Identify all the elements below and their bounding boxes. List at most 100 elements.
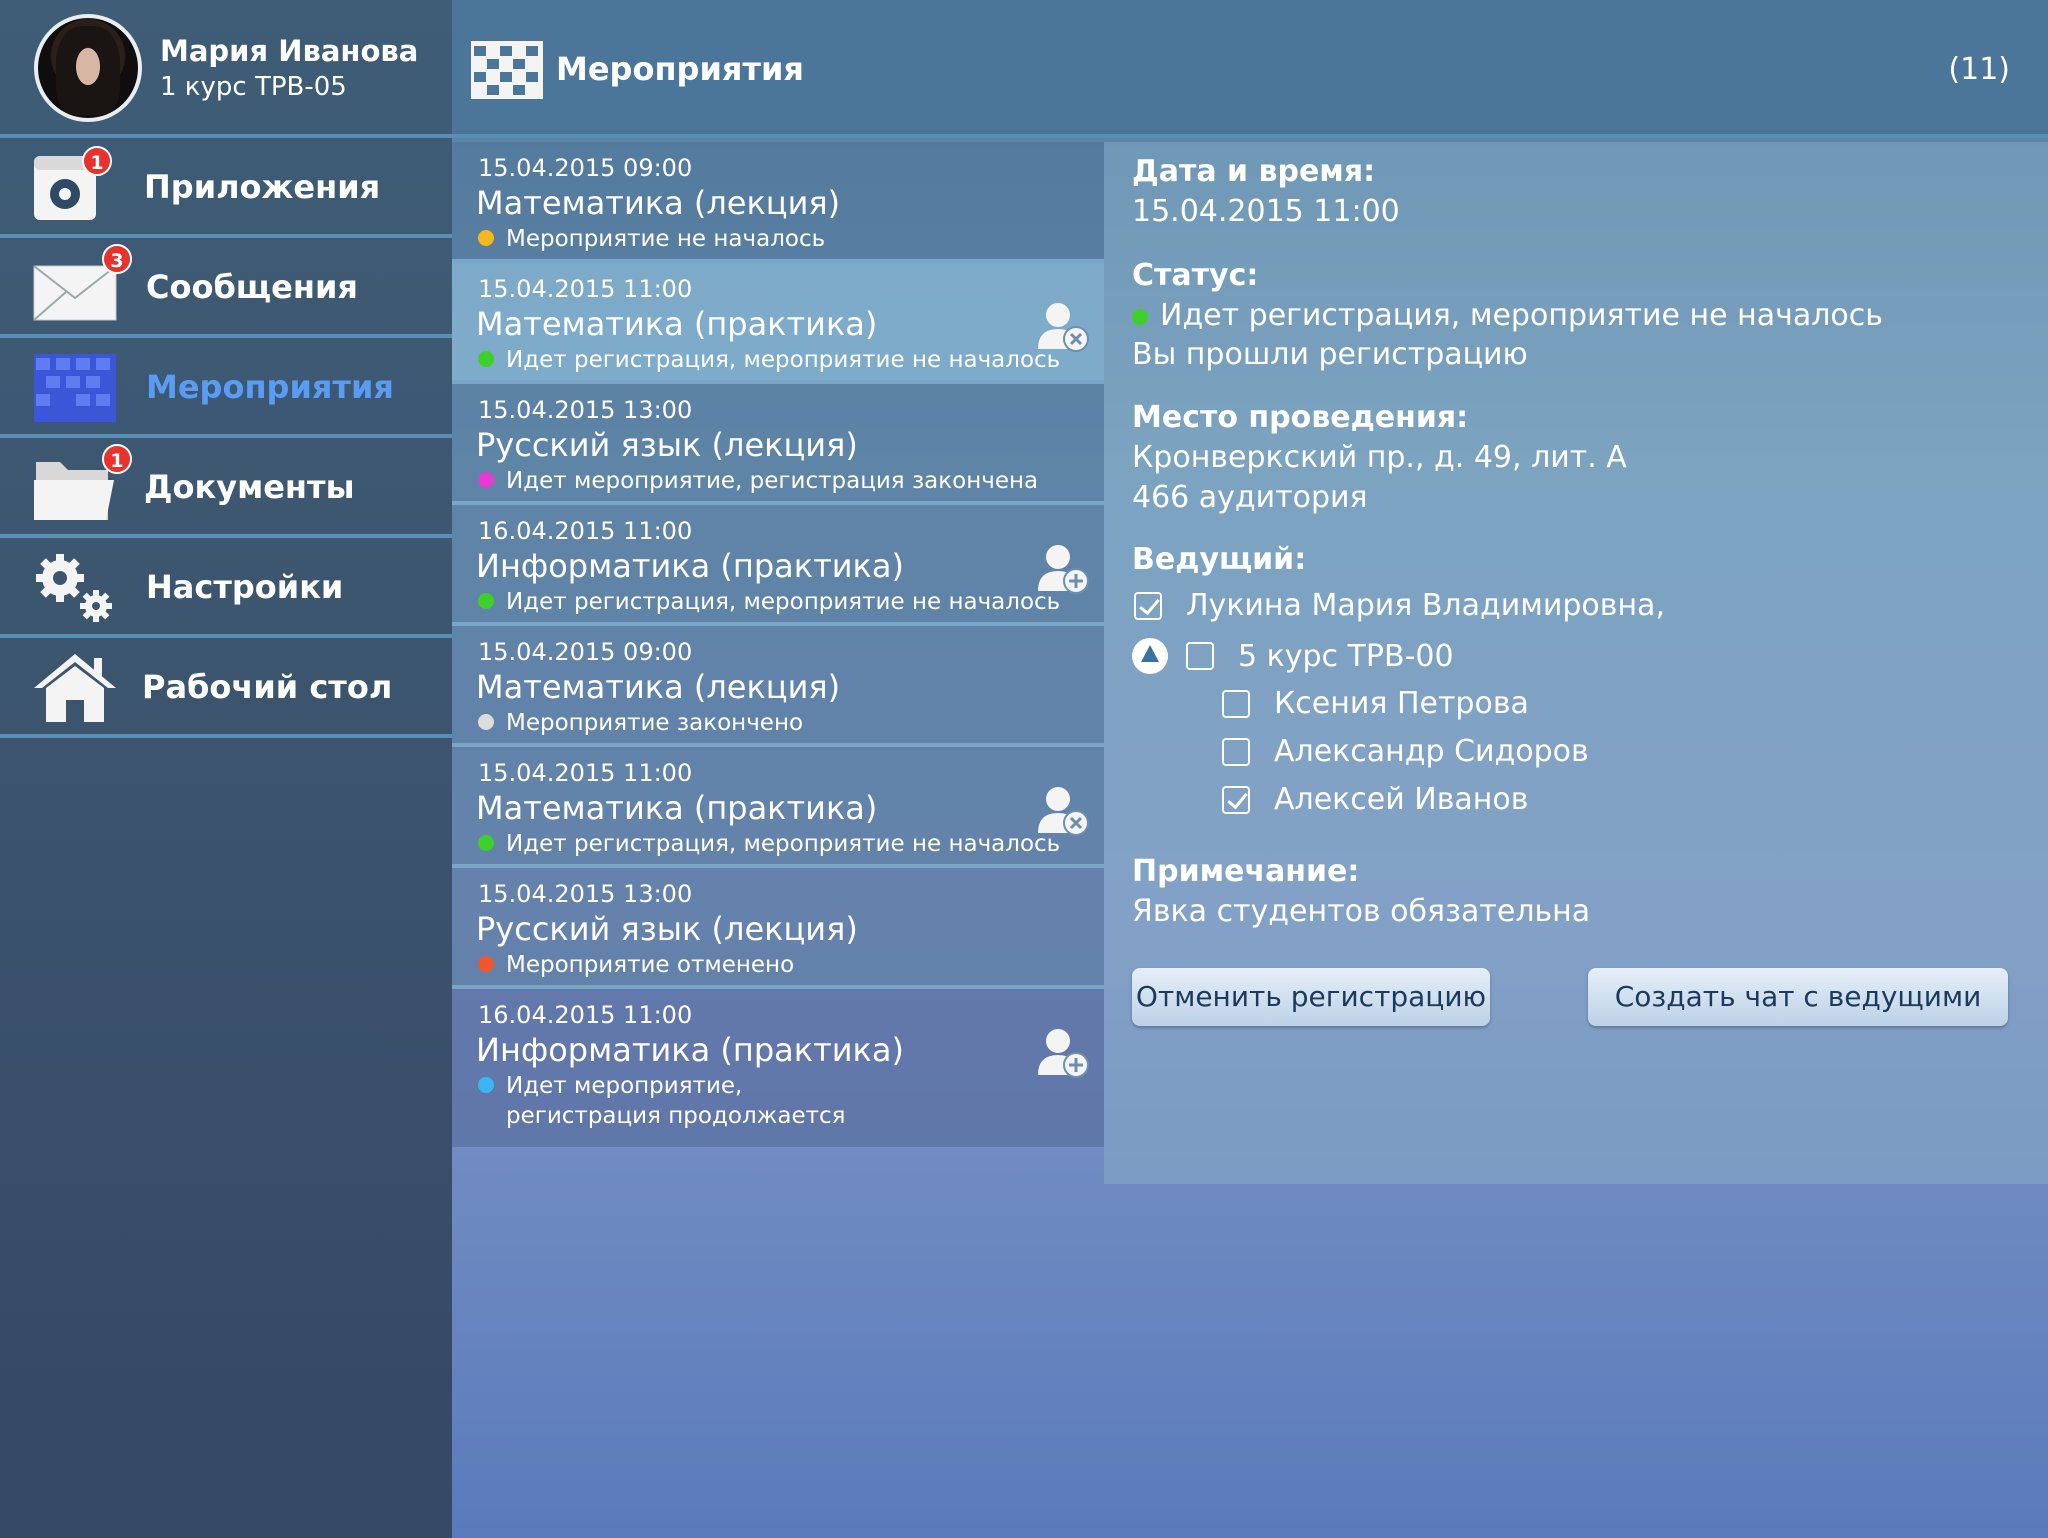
event-status: Мероприятие закончено bbox=[478, 708, 803, 738]
event-datetime: 15.04.2015 11:00 bbox=[478, 275, 693, 303]
sidebar-item-label: Приложения bbox=[144, 168, 381, 206]
profile-subtitle: 1 курс ТРВ-05 bbox=[160, 72, 347, 102]
event-title: Русский язык (лекция) bbox=[476, 426, 858, 464]
sidebar-item-documents[interactable]: 1 Документы bbox=[0, 438, 452, 538]
list-item[interactable]: 15.04.2015 13:00 Русский язык (лекция) И… bbox=[452, 384, 1104, 505]
registration-note: Вы прошли регистрацию bbox=[1132, 337, 1528, 372]
place-room: 466 аудитория bbox=[1132, 480, 1368, 515]
event-details: Дата и время: 15.04.2015 11:00 Статус: И… bbox=[1104, 142, 2048, 1184]
member-name: Алексей Иванов bbox=[1274, 782, 1529, 817]
event-datetime: 15.04.2015 13:00 bbox=[478, 396, 693, 424]
collapse-icon[interactable] bbox=[1132, 638, 1168, 674]
sidebar-item-label: Сообщения bbox=[146, 268, 358, 306]
list-item[interactable]: 16.04.2015 11:00 Информатика (практика) … bbox=[452, 505, 1104, 626]
sidebar-item-desktop[interactable]: Рабочий стол bbox=[0, 638, 452, 738]
member-checkbox[interactable] bbox=[1222, 737, 1250, 766]
member-row[interactable]: Александр Сидоров bbox=[1222, 734, 1589, 769]
list-item[interactable]: 15.04.2015 13:00 Русский язык (лекция) М… bbox=[452, 868, 1104, 989]
sidebar-item-messages[interactable]: 3 Сообщения bbox=[0, 238, 452, 338]
user-add-icon[interactable] bbox=[1036, 1025, 1092, 1081]
event-datetime: 16.04.2015 11:00 bbox=[478, 517, 693, 545]
status-label: Статус: bbox=[1132, 258, 1259, 293]
event-title: Математика (лекция) bbox=[476, 668, 841, 706]
event-status: Идет регистрация, мероприятие не началос… bbox=[478, 345, 1060, 375]
calendar-icon bbox=[471, 41, 543, 99]
host-name: Лукина Мария Владимировна, bbox=[1186, 588, 1665, 623]
status-dot-icon bbox=[478, 230, 494, 246]
status-dot-icon bbox=[1132, 309, 1148, 325]
host-checkbox[interactable] bbox=[1134, 591, 1162, 620]
event-datetime: 15.04.2015 13:00 bbox=[478, 880, 693, 908]
place-label: Место проведения: bbox=[1132, 400, 1469, 435]
event-title: Русский язык (лекция) bbox=[476, 910, 858, 948]
user-add-icon[interactable] bbox=[1036, 541, 1092, 597]
event-datetime: 15.04.2015 09:00 bbox=[478, 154, 693, 182]
events-header: Мероприятия (11) bbox=[452, 0, 2048, 138]
user-remove-icon[interactable] bbox=[1036, 299, 1092, 355]
event-title: Математика (практика) bbox=[476, 305, 878, 343]
event-datetime: 15.04.2015 09:00 bbox=[478, 638, 693, 666]
group-checkbox[interactable] bbox=[1186, 642, 1214, 670]
profile-header[interactable]: Мария Иванова 1 курс ТРВ-05 bbox=[0, 0, 452, 138]
event-status: Идет мероприятие, регистрация продолжаетс… bbox=[478, 1071, 846, 1131]
avatar bbox=[34, 14, 142, 122]
datetime-value: 15.04.2015 11:00 bbox=[1132, 194, 1400, 229]
member-checkbox[interactable] bbox=[1222, 689, 1250, 718]
list-item[interactable]: 16.04.2015 11:00 Информатика (практика) … bbox=[452, 989, 1104, 1147]
apps-badge: 1 bbox=[82, 146, 112, 176]
events-count: (11) bbox=[1948, 52, 2010, 87]
sidebar-item-label: Рабочий стол bbox=[142, 668, 393, 706]
group-row[interactable]: 5 курс ТРВ-00 bbox=[1132, 638, 1454, 674]
host-row[interactable]: Лукина Мария Владимировна, bbox=[1134, 588, 1665, 623]
cancel-registration-button[interactable]: Отменить регистрацию bbox=[1132, 968, 1490, 1026]
place-address: Кронверкский пр., д. 49, лит. А bbox=[1132, 440, 1627, 475]
documents-badge: 1 bbox=[102, 444, 132, 474]
note-label: Примечание: bbox=[1132, 854, 1360, 889]
status-dot-icon bbox=[478, 472, 494, 488]
status-dot-icon bbox=[478, 1077, 494, 1093]
create-chat-button[interactable]: Создать чат с ведущими bbox=[1588, 968, 2008, 1026]
note-value: Явка студентов обязательна bbox=[1132, 894, 1591, 929]
profile-name: Мария Иванова bbox=[160, 34, 419, 68]
status-dot-icon bbox=[478, 593, 494, 609]
event-status: Мероприятие отменено bbox=[478, 950, 794, 980]
gears-icon bbox=[36, 554, 112, 622]
member-row[interactable]: Ксения Петрова bbox=[1222, 686, 1529, 721]
event-title: Информатика (практика) bbox=[476, 1031, 904, 1069]
list-item[interactable]: 15.04.2015 11:00 Математика (практика) И… bbox=[452, 263, 1104, 384]
status-value: Идет регистрация, мероприятие не началос… bbox=[1132, 298, 1883, 333]
calendar-icon bbox=[34, 354, 116, 422]
sidebar-item-label: Настройки bbox=[146, 568, 344, 606]
sidebar: Мария Иванова 1 курс ТРВ-05 1 Приложения… bbox=[0, 0, 452, 1538]
event-title: Информатика (практика) bbox=[476, 547, 904, 585]
member-name: Александр Сидоров bbox=[1274, 734, 1589, 769]
sidebar-item-events[interactable]: Мероприятия bbox=[0, 338, 452, 438]
event-status: Идет регистрация, мероприятие не началос… bbox=[478, 587, 1060, 617]
event-title: Математика (лекция) bbox=[476, 184, 841, 222]
event-datetime: 15.04.2015 11:00 bbox=[478, 759, 693, 787]
event-status: Мероприятие не началось bbox=[478, 224, 825, 254]
sidebar-item-label: Мероприятия bbox=[146, 368, 394, 406]
event-status: Идет регистрация, мероприятие не началос… bbox=[478, 829, 1060, 859]
page-title: Мероприятия bbox=[556, 50, 804, 88]
list-item[interactable]: 15.04.2015 09:00 Математика (лекция) Мер… bbox=[452, 142, 1104, 263]
events-list: 15.04.2015 09:00 Математика (лекция) Мер… bbox=[452, 142, 1104, 1147]
status-dot-icon bbox=[478, 956, 494, 972]
event-title: Математика (практика) bbox=[476, 789, 878, 827]
sidebar-item-settings[interactable]: Настройки bbox=[0, 538, 452, 638]
event-status: Идет мероприятие, регистрация закончена bbox=[478, 466, 1038, 496]
member-name: Ксения Петрова bbox=[1274, 686, 1529, 721]
status-dot-icon bbox=[478, 714, 494, 730]
sidebar-item-apps[interactable]: 1 Приложения bbox=[0, 138, 452, 238]
status-dot-icon bbox=[478, 351, 494, 367]
user-remove-icon[interactable] bbox=[1036, 783, 1092, 839]
member-checkbox[interactable] bbox=[1222, 785, 1250, 814]
event-datetime: 16.04.2015 11:00 bbox=[478, 1001, 693, 1029]
member-row[interactable]: Алексей Иванов bbox=[1222, 782, 1528, 817]
home-icon bbox=[34, 654, 116, 722]
status-dot-icon bbox=[478, 835, 494, 851]
group-name: 5 курс ТРВ-00 bbox=[1238, 638, 1454, 674]
list-item[interactable]: 15.04.2015 09:00 Математика (лекция) Мер… bbox=[452, 626, 1104, 747]
sidebar-item-label: Документы bbox=[144, 468, 355, 506]
list-item[interactable]: 15.04.2015 11:00 Математика (практика) И… bbox=[452, 747, 1104, 868]
